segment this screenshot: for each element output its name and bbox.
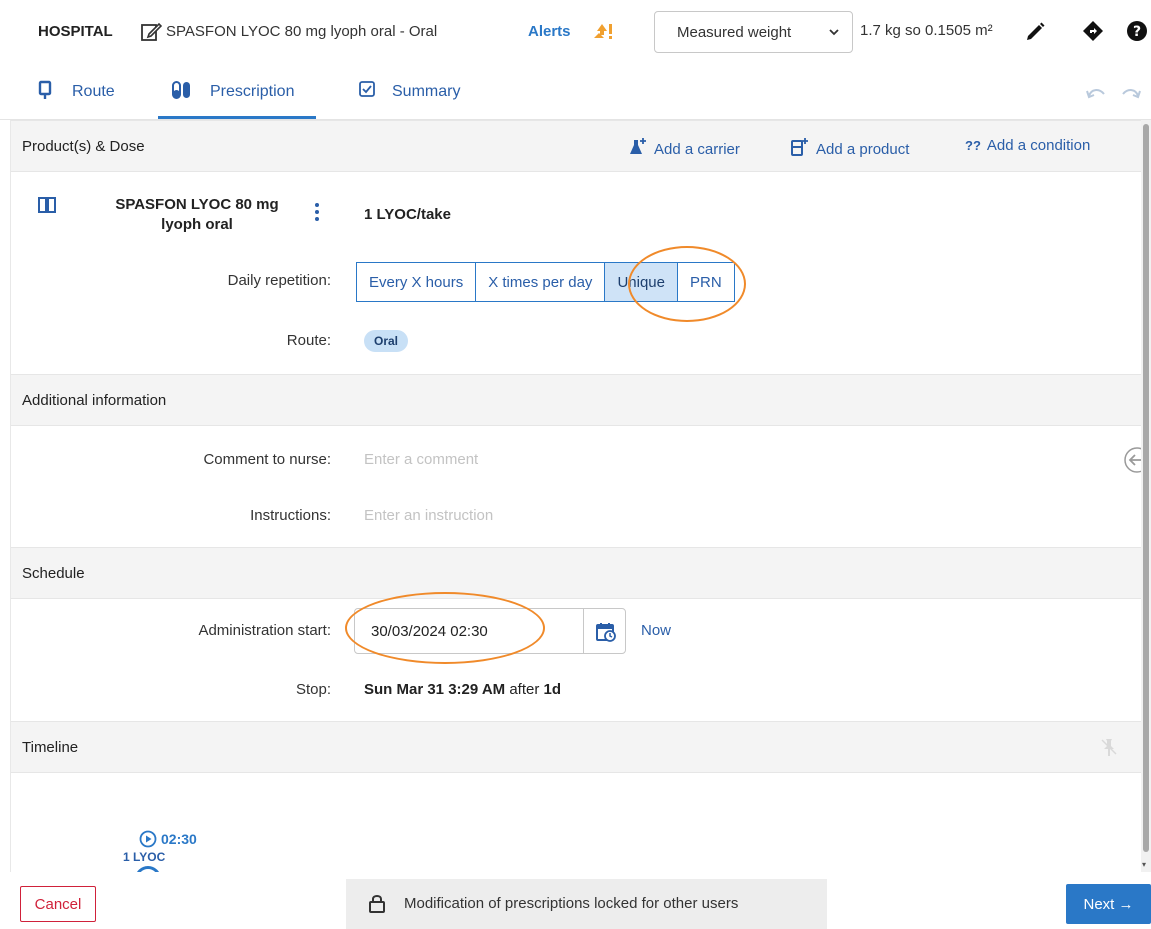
- add-product-label: Add a product: [816, 141, 910, 158]
- pencil-icon[interactable]: [1024, 21, 1046, 43]
- stop-after-text: after: [509, 681, 540, 698]
- tab-bar: Route Prescription Summary: [0, 72, 1151, 120]
- stop-value: Sun Mar 31 3:29 AM after 1d: [364, 681, 561, 698]
- drug-title: SPASFON LYOC 80 mg lyoph oral - Oral: [166, 23, 438, 40]
- timeline-administration-marker[interactable]: [135, 866, 161, 872]
- products-section-title: Product(s) & Dose: [22, 138, 145, 155]
- kebab-menu-icon[interactable]: [313, 202, 321, 222]
- annotation-circle-unique: [628, 246, 746, 322]
- route-label: Route:: [286, 332, 331, 349]
- repetition-every-x-hours-button[interactable]: Every X hours: [356, 262, 477, 302]
- add-condition-label: Add a condition: [986, 137, 1091, 154]
- lock-notice: Modification of prescriptions locked for…: [346, 879, 827, 929]
- top-bar: HOSPITAL SPASFON LYOC 80 mg lyoph oral -…: [0, 0, 1151, 66]
- add-carrier-button[interactable]: Add a carrier: [628, 137, 740, 158]
- product-name: SPASFON LYOC 80 mg lyoph oral: [115, 196, 279, 233]
- annotation-circle-admin-start: [345, 592, 545, 664]
- pills-icon: [172, 81, 190, 99]
- comment-input[interactable]: Enter a comment: [364, 451, 478, 468]
- next-button[interactable]: Next →: [1066, 884, 1151, 924]
- weight-bsa-value: 1.7 kg so 0.1505 m²: [860, 22, 993, 39]
- chevron-down-icon: [829, 29, 839, 36]
- pin-icon[interactable]: [1099, 737, 1119, 757]
- summary-icon: [359, 81, 375, 97]
- add-carrier-label: Add a carrier: [654, 141, 740, 158]
- admin-start-label: Administration start:: [198, 622, 331, 639]
- undo-icon[interactable]: [1085, 84, 1107, 100]
- instructions-input[interactable]: Enter an instruction: [364, 507, 493, 524]
- weight-select-value: Measured weight: [677, 24, 792, 41]
- redo-icon[interactable]: [1120, 84, 1142, 100]
- scrollbar-thumb[interactable]: [1143, 124, 1149, 852]
- question-marks-icon: ??: [965, 138, 981, 153]
- edit-icon[interactable]: [140, 21, 162, 43]
- tab-summary[interactable]: Summary: [356, 72, 496, 118]
- tab-route-label: Route: [72, 83, 115, 100]
- additional-section-header: Additional information: [11, 374, 1141, 426]
- navigation-diamond-icon[interactable]: [1082, 20, 1104, 42]
- cancel-button[interactable]: Cancel: [20, 886, 96, 922]
- alerts-link[interactable]: Alerts: [528, 23, 571, 40]
- daily-repetition-label: Daily repetition:: [227, 272, 331, 289]
- schedule-section-header: Schedule: [11, 547, 1141, 599]
- route-icon: [38, 80, 52, 99]
- tab-prescription-label: Prescription: [210, 83, 295, 100]
- timeline-time: 02:30: [161, 831, 197, 847]
- book-icon[interactable]: [37, 196, 57, 214]
- now-link[interactable]: Now: [641, 622, 671, 639]
- add-condition-button[interactable]: ?? Add a condition: [965, 137, 1090, 154]
- lock-notice-text: Modification of prescriptions locked for…: [404, 895, 739, 912]
- add-product-button[interactable]: Add a product: [790, 137, 909, 158]
- products-section-header: Product(s) & Dose Add a carrier Add a pr…: [11, 120, 1141, 172]
- timeline-section-title: Timeline: [22, 739, 79, 756]
- instructions-label: Instructions:: [250, 507, 331, 524]
- play-icon: [139, 830, 157, 848]
- weight-select[interactable]: Measured weight: [654, 11, 853, 53]
- lock-icon: [369, 895, 385, 913]
- stop-date: Sun Mar 31 3:29 AM: [364, 681, 506, 698]
- tab-prescription[interactable]: Prescription: [158, 72, 316, 118]
- timeline-section-header: Timeline: [11, 721, 1141, 773]
- input-separator: [583, 609, 584, 653]
- repetition-x-times-per-day-button[interactable]: X times per day: [475, 262, 606, 302]
- tab-route[interactable]: Route: [36, 72, 136, 118]
- tab-summary-label: Summary: [392, 83, 461, 100]
- schedule-section-title: Schedule: [22, 565, 85, 582]
- alert-warning-icon[interactable]: [592, 21, 614, 41]
- flask-plus-icon: [630, 138, 646, 154]
- svg-text:?: ?: [1133, 24, 1141, 40]
- calendar-clock-icon[interactable]: [595, 621, 617, 643]
- dose-value: 1 LYOC/take: [364, 206, 451, 223]
- hospital-label: HOSPITAL: [38, 23, 113, 40]
- comment-label: Comment to nurse:: [203, 451, 331, 468]
- timeline-dose: 1 LYOC: [123, 850, 166, 864]
- additional-section-title: Additional information: [22, 392, 167, 409]
- stop-duration: 1d: [543, 681, 562, 698]
- stop-label: Stop:: [295, 681, 331, 698]
- scroll-down-icon[interactable]: ▾: [1142, 860, 1146, 869]
- help-icon[interactable]: ?: [1126, 20, 1148, 42]
- prescription-form: Product(s) & Dose Add a carrier Add a pr…: [10, 120, 1141, 872]
- product-plus-icon: [791, 138, 808, 156]
- route-chip[interactable]: Oral: [364, 330, 409, 352]
